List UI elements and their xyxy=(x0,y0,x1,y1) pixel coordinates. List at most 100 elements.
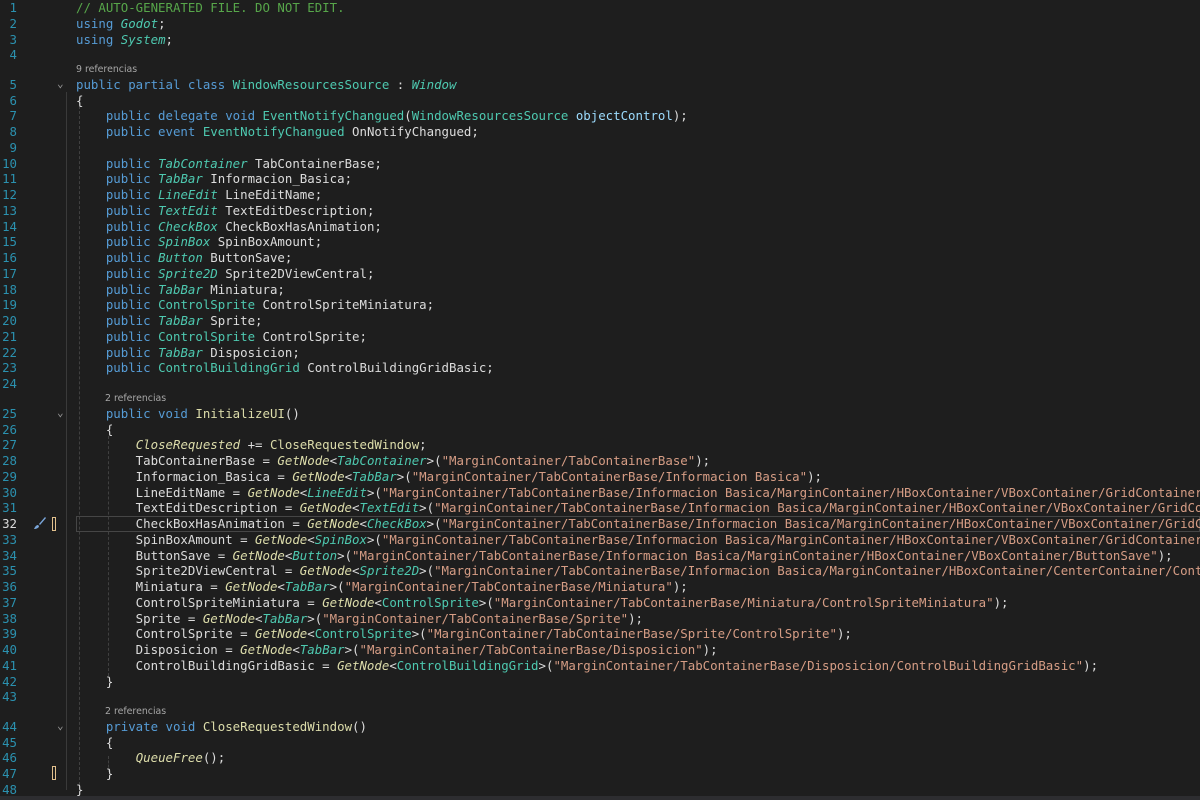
code-token: CheckBox xyxy=(158,219,218,234)
code-text: } xyxy=(76,766,113,782)
code-token: // AUTO-GENERATED FILE. DO NOT EDIT. xyxy=(76,0,345,15)
line-number: 34 xyxy=(2,548,17,563)
code-token: GetNode xyxy=(337,658,390,673)
line-number: 22 xyxy=(2,345,17,360)
codelens-references[interactable]: 2 referencias xyxy=(105,393,166,404)
code-text: ControlBuildingGridBasic = GetNode<Contr… xyxy=(76,658,1098,674)
line-number: 7 xyxy=(9,108,17,123)
code-token: ControlSprite = xyxy=(76,626,256,641)
code-token: private void xyxy=(76,719,203,734)
code-token: ( xyxy=(404,108,412,123)
code-token: () xyxy=(284,406,300,421)
line-number: 38 xyxy=(2,611,17,626)
code-token: Disposicion; xyxy=(202,345,300,360)
codelens-references[interactable]: 2 referencias xyxy=(105,706,166,717)
code-token: < xyxy=(307,532,315,547)
chevron-down-icon[interactable]: ⌄ xyxy=(57,719,69,732)
code-token: >( xyxy=(344,642,360,657)
code-token: objectControl xyxy=(575,108,673,123)
code-token: ControlBuildingGridBasic; xyxy=(299,360,494,375)
code-token: ; xyxy=(158,16,166,31)
change-marker xyxy=(52,766,56,780)
code-token: < xyxy=(292,642,300,657)
code-token: ); xyxy=(672,579,688,594)
code-text: QueueFree(); xyxy=(76,750,226,766)
brush-icon[interactable] xyxy=(33,516,47,532)
code-text: public ControlBuildingGrid ControlBuildi… xyxy=(76,360,494,376)
code-token: SpinBox xyxy=(158,234,211,249)
code-text: } xyxy=(76,674,113,690)
code-token: ControlSprite xyxy=(381,595,479,610)
code-token: CheckBox xyxy=(366,516,427,531)
code-token: TabBar xyxy=(158,171,203,186)
code-token: >( xyxy=(538,658,554,673)
code-text: using Godot; xyxy=(76,16,166,32)
code-token: GetNode xyxy=(307,516,360,531)
code-token: Informacion_Basica = xyxy=(76,469,293,484)
code-text: ButtonSave = GetNode<Button>("MarginCont… xyxy=(76,548,1173,564)
line-number: 20 xyxy=(2,313,17,328)
horizontal-scrollbar[interactable] xyxy=(0,796,1200,800)
code-token: >( xyxy=(478,595,494,610)
code-token: TabBar xyxy=(158,282,203,297)
line-number: 32 xyxy=(2,516,17,531)
code-token: public void xyxy=(76,406,196,421)
line-number: 13 xyxy=(2,203,17,218)
code-token: WindowResourcesSource xyxy=(232,77,390,92)
code-token: ControlSprite xyxy=(158,329,256,344)
code-token: ControlSprite xyxy=(158,297,256,312)
code-token: CheckBoxHasAnimation = xyxy=(76,516,308,531)
code-token: ControlSprite xyxy=(314,626,412,641)
code-text: { xyxy=(76,93,83,109)
code-text: public ControlSprite ControlSpriteMiniat… xyxy=(76,297,434,313)
code-text: ControlSpriteMiniatura = GetNode<Control… xyxy=(76,595,1009,611)
code-token: public xyxy=(76,187,159,202)
code-token: ); xyxy=(807,469,823,484)
code-text: Miniatura = GetNode<TabBar>("MarginConta… xyxy=(76,579,688,595)
code-token: TabBar xyxy=(158,345,203,360)
code-token: ButtonSave; xyxy=(202,250,293,265)
code-editor[interactable]: 1 // AUTO-GENERATED FILE. DO NOT EDIT. 2 us… xyxy=(0,0,1200,800)
code-token: < xyxy=(389,658,397,673)
code-token: >( xyxy=(337,548,353,563)
code-token: TabContainerBase = xyxy=(76,453,278,468)
code-text: public Button ButtonSave; xyxy=(76,250,293,266)
code-token: public xyxy=(76,313,159,328)
fold-guide xyxy=(66,92,67,790)
line-number: 46 xyxy=(2,750,17,765)
code-token: ButtonSave = xyxy=(76,548,233,563)
code-token: public xyxy=(76,345,159,360)
line-number: 2 xyxy=(9,16,17,31)
chevron-down-icon[interactable]: ⌄ xyxy=(57,406,69,419)
line-number: 14 xyxy=(2,219,17,234)
code-text: TextEditDescription = GetNode<TextEdit>(… xyxy=(76,500,1200,516)
codelens-references[interactable]: 9 referencias xyxy=(76,64,137,75)
code-token: Godot xyxy=(120,16,159,31)
line-number: 31 xyxy=(2,500,17,515)
code-token: OnNotifyChangued; xyxy=(344,124,479,139)
code-text: SpinBoxAmount = GetNode<SpinBox>("Margin… xyxy=(76,532,1200,548)
code-token: SpinBoxAmount = xyxy=(76,532,256,547)
line-number: 19 xyxy=(2,297,17,312)
line-number: 12 xyxy=(2,187,17,202)
code-token: TextEditDescription; xyxy=(217,203,375,218)
code-token: TabBar xyxy=(352,469,397,484)
code-token: Sprite2DViewCentral = xyxy=(76,563,300,578)
code-token: TabBar xyxy=(158,313,203,328)
code-text: public LineEdit LineEditName; xyxy=(76,187,322,203)
line-number: 15 xyxy=(2,234,17,249)
line-number: 10 xyxy=(2,156,17,171)
code-token: "MarginContainer/TabContainerBase/Inform… xyxy=(381,532,1200,547)
code-token: >( xyxy=(426,516,442,531)
chevron-down-icon[interactable]: ⌄ xyxy=(57,77,69,90)
code-token: public xyxy=(76,250,159,265)
line-number: 4 xyxy=(9,47,17,62)
code-token: Sprite2D xyxy=(359,563,420,578)
code-token: { xyxy=(76,93,84,108)
code-text: // AUTO-GENERATED FILE. DO NOT EDIT. xyxy=(76,0,345,16)
line-number: 24 xyxy=(2,376,17,391)
code-text: public TabBar Disposicion; xyxy=(76,345,300,361)
code-token: { xyxy=(76,422,114,437)
